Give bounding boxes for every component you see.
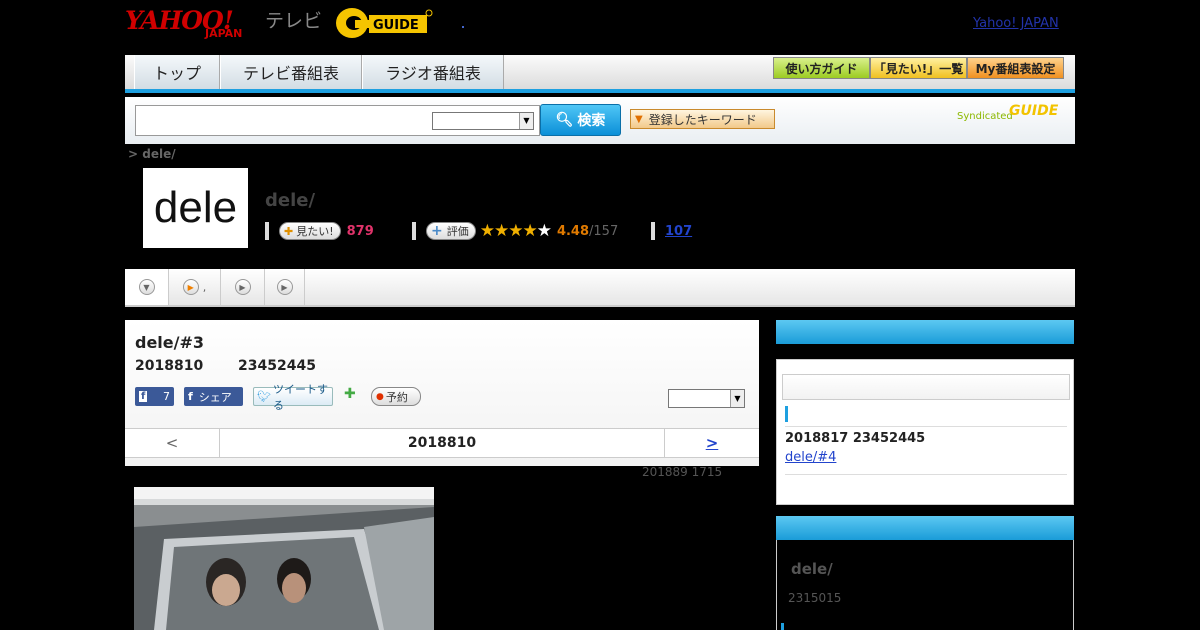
facebook-icon: f <box>188 390 193 403</box>
play-icon: ▶ <box>276 279 293 295</box>
pager-current-date: 2018810 <box>407 435 477 451</box>
want-button-label: 見たい! <box>296 225 334 238</box>
syndicated-label: Syndicated <box>957 111 1013 122</box>
pager-prev[interactable]: < <box>125 429 220 457</box>
tweet-label: ツイートする <box>272 382 328 412</box>
tab-tv-listings[interactable]: テレビ番組表 <box>220 55 362 89</box>
episode-title: dele/#3 <box>135 333 205 352</box>
reserve-label: 予約 <box>385 390 408 404</box>
want-list-button[interactable]: 「見たい!」一覧 <box>870 57 967 79</box>
tab-episode-list[interactable]: ▶ , <box>169 269 221 305</box>
tab-top[interactable]: トップ <box>134 55 220 89</box>
tab-program-info[interactable]: ▼ <box>125 269 169 305</box>
header-dot <box>462 26 464 28</box>
review-stat: 107 <box>651 220 692 242</box>
pager-next[interactable]: > <box>664 429 759 457</box>
rating-count: /157 <box>589 223 619 239</box>
search-category-select[interactable]: ▼ <box>432 112 534 130</box>
plus-icon: + <box>431 223 443 239</box>
tab-reviews[interactable]: ▶ <box>221 269 265 305</box>
saved-keywords-button[interactable]: ▼ 登録したキーワード <box>630 109 775 129</box>
add-friend-icon[interactable]: ✚ <box>344 386 360 404</box>
twitter-icon: 🐦︎ <box>257 390 271 403</box>
chevron-down-icon: ▼ <box>519 113 533 129</box>
divider <box>412 222 416 240</box>
rating-value: 4.48 <box>556 223 590 239</box>
episode-pager: < 2018810 > <box>125 428 759 458</box>
rating-stat: + 評価 ★★★★★ 4.48 /157 <box>412 220 618 242</box>
my-listings-settings-button[interactable]: My番組表設定 <box>967 57 1064 79</box>
main-nav: トップ テレビ番組表 ラジオ番組表 使い方ガイド 「見たい!」一覧 My番組表設… <box>125 55 1075 93</box>
facebook-like-button[interactable]: f 7 <box>135 387 174 406</box>
review-count-link[interactable]: 107 <box>665 224 692 239</box>
yahoo-japan-link[interactable]: Yahoo! JAPAN <box>973 16 1059 31</box>
facebook-share-button[interactable]: f シェア <box>184 387 243 406</box>
related-box: dele/ 2315015 <box>776 540 1074 630</box>
tab-radio-listings[interactable]: ラジオ番組表 <box>362 55 504 89</box>
next-broadcast-date: 2018817 23452445 <box>785 431 926 446</box>
episode-time: 23452445 <box>238 358 316 374</box>
next-broadcast-subheader <box>782 374 1070 400</box>
updated-timestamp: 201889 1715 <box>642 465 723 479</box>
accent-bar <box>785 406 788 422</box>
episode-select[interactable]: ▼ <box>668 389 745 408</box>
chevron-down-icon: ▼ <box>730 390 744 407</box>
related-program-date: 2315015 <box>788 591 842 605</box>
facebook-share-label: シェア <box>198 390 232 404</box>
facebook-icon: f <box>139 391 148 402</box>
play-icon: ▶ <box>234 279 251 295</box>
yahoo-japan-logo-text: JAPAN <box>205 27 243 40</box>
program-tabs: ▼ ▶ , ▶ ▶ <box>125 269 1075 307</box>
episode-card: dele/#3 2018810 23452445 f 7 f シェア 🐦︎ ツイ… <box>125 320 759 466</box>
record-dot-icon: ● <box>376 391 384 402</box>
want-stat: ✚ 見たい! 879 <box>265 220 374 242</box>
divider <box>785 474 1067 475</box>
episode-date: 2018810 <box>135 358 204 374</box>
tab-episode-label: , <box>202 280 207 294</box>
breadcrumb: > dele/ <box>128 147 176 161</box>
episode-photo <box>134 487 434 630</box>
rate-button-label: 評価 <box>446 225 469 238</box>
related-program-title[interactable]: dele/ <box>791 560 833 578</box>
triangle-down-icon: ▼ <box>635 113 643 125</box>
search-bar: ▼ 🔍︎ 検索 ▼ 登録したキーワード Syndicated GUIDE <box>125 97 1075 144</box>
search-icon: 🔍︎ <box>555 112 574 128</box>
search-button-label: 検索 <box>577 113 606 129</box>
accent-bar <box>781 623 784 630</box>
next-broadcast-box: 2018817 23452445 dele/#4 <box>776 359 1074 505</box>
tweet-button[interactable]: 🐦︎ ツイートする <box>253 383 333 412</box>
program-title: dele/ <box>265 190 316 211</box>
saved-keywords-label: 登録したキーワード <box>648 112 757 127</box>
star-rating: ★★★★★ <box>479 221 552 241</box>
chevron-down-icon: ▼ <box>138 279 155 295</box>
next-broadcast-header <box>776 320 1074 344</box>
next-episode-link[interactable]: dele/#4 <box>785 450 836 465</box>
program-thumbnail[interactable]: dele <box>143 168 248 248</box>
facebook-like-count: 7 <box>163 390 170 403</box>
rate-button[interactable]: + 評価 <box>426 222 476 240</box>
play-icon: ▶ <box>182 279 199 295</box>
reserve-button[interactable]: ● 予約 <box>371 387 421 406</box>
want-count: 879 <box>346 223 374 239</box>
divider <box>651 222 655 240</box>
usage-guide-button[interactable]: 使い方ガイド <box>773 57 870 79</box>
related-header <box>776 516 1074 540</box>
svg-text:GUIDE: GUIDE <box>373 18 419 33</box>
syndicated-gguide-logo: GUIDE <box>1009 103 1059 119</box>
tab-related[interactable]: ▶ <box>265 269 305 305</box>
gguide-logo[interactable]: GUIDE <box>335 6 433 40</box>
divider <box>785 426 1067 427</box>
search-button[interactable]: 🔍︎ 検索 <box>540 104 621 136</box>
plus-icon: ✚ <box>284 224 294 238</box>
divider <box>265 222 269 240</box>
want-button[interactable]: ✚ 見たい! <box>279 222 341 240</box>
tv-logo-text: テレビ <box>265 10 323 32</box>
